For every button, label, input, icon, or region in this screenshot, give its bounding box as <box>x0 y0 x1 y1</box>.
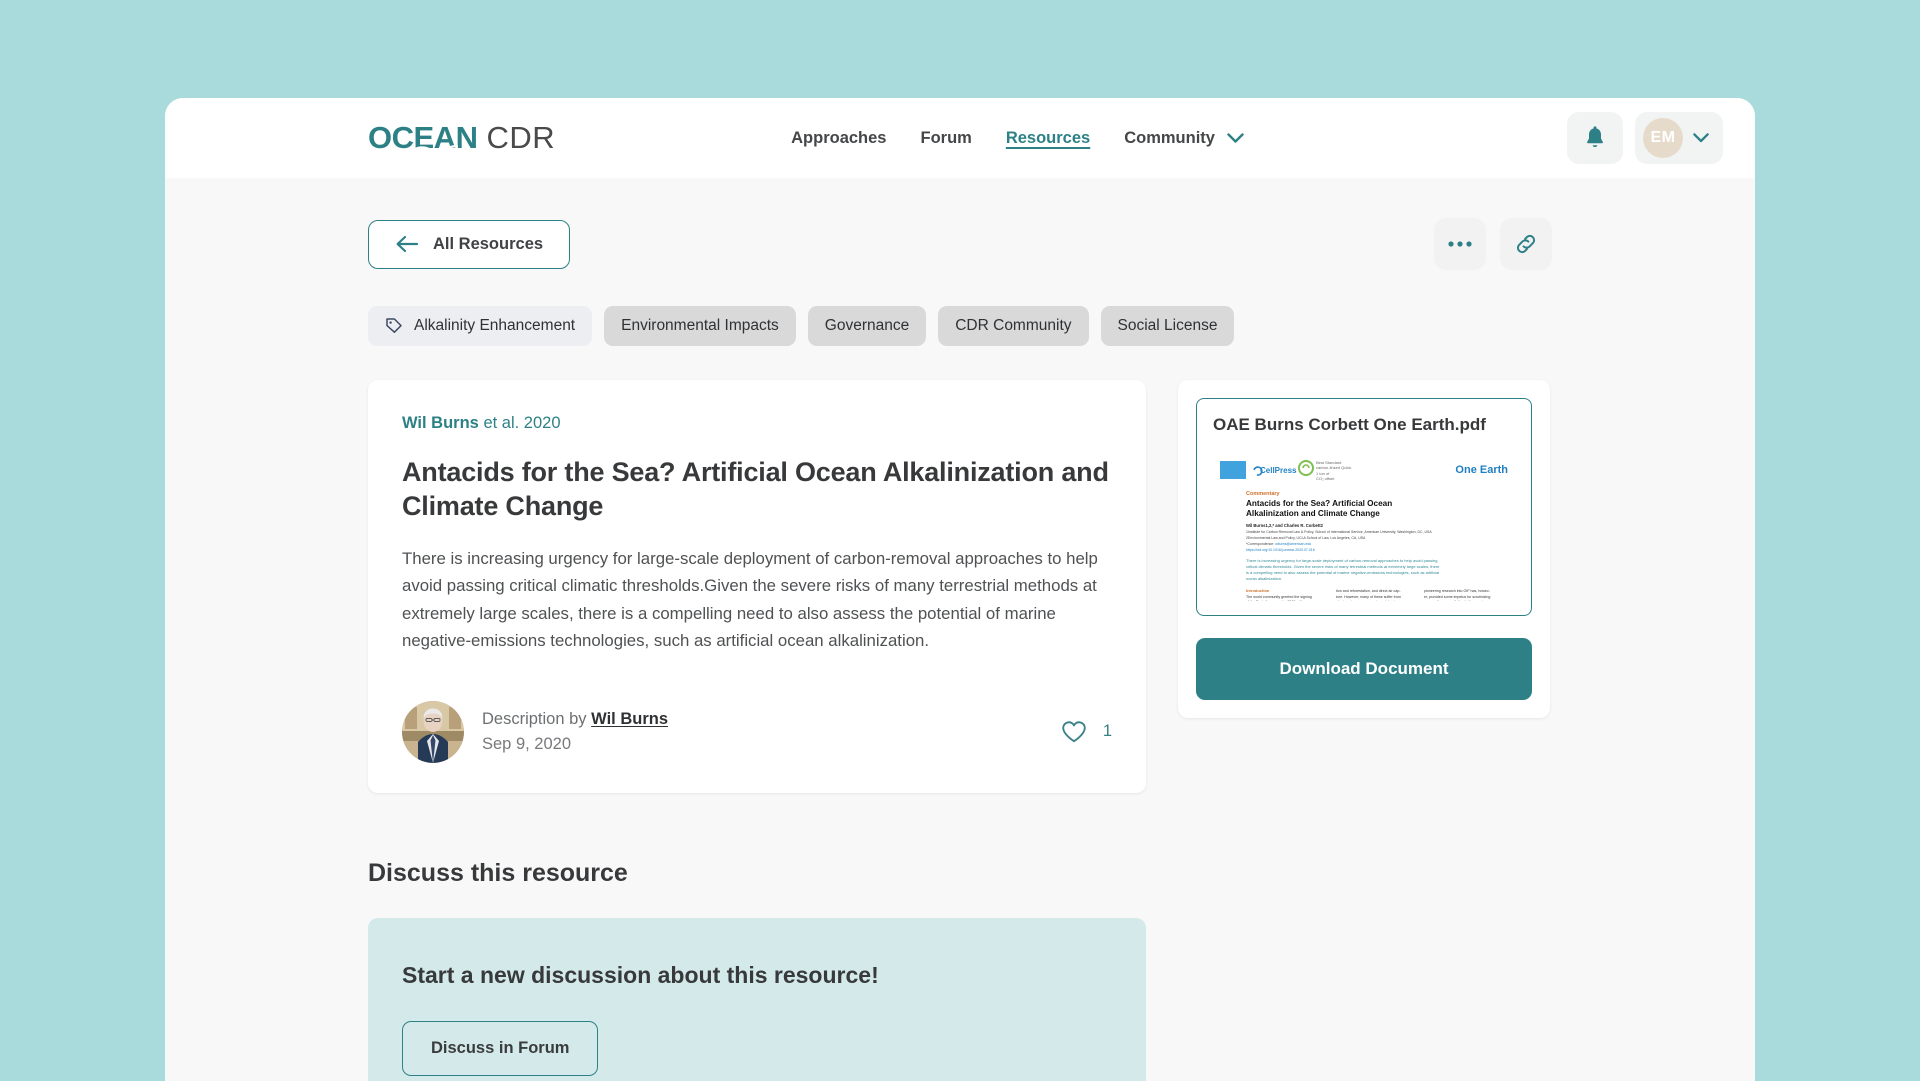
svg-text:ocean alkalinization.: ocean alkalinization. <box>1246 576 1282 581</box>
svg-text:er, provided some impetus for: er, provided some impetus for scrutinizi… <box>1424 595 1490 599</box>
svg-text:CO₂ offset: CO₂ offset <box>1316 476 1335 481</box>
main-navigation: Approaches Forum Resources Community <box>791 129 1244 148</box>
like-count: 1 <box>1102 722 1112 741</box>
chevron-down-icon <box>1227 132 1244 143</box>
svg-text:CellPress: CellPress <box>1260 466 1297 475</box>
tag-label: CDR Community <box>955 317 1072 334</box>
tag-environmental-impacts[interactable]: Environmental Impacts <box>604 306 796 346</box>
document-preview-box[interactable]: OAE Burns Corbett One Earth.pdf CellPres… <box>1196 398 1532 616</box>
resource-byline-rest: et al. 2020 <box>478 414 561 432</box>
description-by: Description by Wil Burns <box>482 707 668 732</box>
nav-item-community-label: Community <box>1124 128 1215 147</box>
document-filename: OAE Burns Corbett One Earth.pdf <box>1213 415 1486 434</box>
pdf-thumbnail: CellPress Best Standard carbon-linked Qu… <box>1213 453 1515 601</box>
avatar: EM <box>1643 118 1683 158</box>
more-options-button[interactable] <box>1434 218 1486 270</box>
tag-alkalinity-enhancement[interactable]: Alkalinity Enhancement <box>368 306 593 346</box>
svg-text:critical climatic thresholds.: critical climatic thresholds. Given the … <box>1246 564 1440 569</box>
tag-social-license[interactable]: Social License <box>1100 306 1235 346</box>
svg-text:Commentary: Commentary <box>1246 491 1281 497</box>
pdf-page-preview: CellPress Best Standard carbon-linked Qu… <box>1214 453 1514 601</box>
tag-icon <box>386 318 402 333</box>
all-resources-back-label: All Resources <box>433 234 544 253</box>
tag-label: Environmental Impacts <box>621 317 779 334</box>
resource-title: Antacids for the Sea? Artificial Ocean A… <box>402 457 1109 522</box>
resource-abstract: There is increasing urgency for large-sc… <box>402 549 1098 651</box>
resource-footer: Description by Wil Burns Sep 9, 2020 1 <box>402 695 1112 763</box>
svg-text:One Earth: One Earth <box>1455 464 1508 476</box>
brand-logo[interactable]: OCEAN CDR <box>368 120 555 156</box>
app-window: OCEAN CDR Approaches Forum Resources Com… <box>165 98 1755 1081</box>
logo-ocean-text: OCEAN <box>368 120 478 155</box>
svg-text:of the Paris Agreement in 2015: of the Paris Agreement in 2015 with a <box>1246 600 1306 601</box>
heart-icon <box>1062 720 1086 742</box>
svg-text:Introduction: Introduction <box>1246 588 1270 593</box>
nav-item-resources[interactable]: Resources <box>1006 129 1090 148</box>
logo-cdr-text: CDR <box>486 120 556 155</box>
bell-icon <box>1587 126 1603 147</box>
tag-label: Governance <box>824 317 910 334</box>
svg-text:is a compelling need to also a: is a compelling need to also assess the … <box>1246 570 1439 575</box>
chevron-down-icon <box>1693 133 1709 143</box>
svg-text:carbon-linked Quick: carbon-linked Quick <box>1316 465 1351 470</box>
tag-cdr-community[interactable]: CDR Community <box>938 306 1089 346</box>
svg-text:*Correspondence: wburns@americ: *Correspondence: wburns@american.edu <box>1246 542 1311 546</box>
document-card: OAE Burns Corbett One Earth.pdf CellPres… <box>1178 380 1550 718</box>
resource-author-meta: Description by Wil Burns Sep 9, 2020 <box>482 707 668 757</box>
notifications-button[interactable] <box>1567 112 1623 164</box>
toolbar: All Resources <box>368 218 1552 270</box>
svg-text:The world community greeted th: The world community greeted the signing <box>1246 595 1312 599</box>
discussion-panel-title: Start a new discussion about this resour… <box>402 961 879 988</box>
svg-text:Antacids for the Sea? Artifici: Antacids for the Sea? Artificial Ocean <box>1246 499 1392 508</box>
all-resources-back-button[interactable]: All Resources <box>368 219 571 269</box>
copy-link-button[interactable] <box>1500 218 1552 270</box>
tag-label: Social License <box>1117 317 1218 334</box>
user-menu[interactable]: EM <box>1635 112 1723 164</box>
nav-item-community[interactable]: Community <box>1124 129 1244 148</box>
svg-text:tion and reforestation, and di: tion and reforestation, and direct air c… <box>1336 589 1401 593</box>
discussion-panel: Start a new discussion about this resour… <box>368 917 1146 1081</box>
cellpress-logo: CellPress <box>1253 466 1297 476</box>
nav-item-forum[interactable]: Forum <box>920 129 971 148</box>
header-actions: EM <box>1567 112 1723 164</box>
link-icon <box>1516 234 1536 254</box>
resource-date: Sep 9, 2020 <box>482 734 571 753</box>
svg-text:Alkalinization and Climate Cha: Alkalinization and Climate Change <box>1246 509 1380 518</box>
svg-text:2Environmental Law and Policy,: 2Environmental Law and Policy, UCLA Scho… <box>1246 536 1366 540</box>
toolbar-actions <box>1434 218 1552 270</box>
svg-text:There is increasing urgency fo: There is increasing urgency for large-sc… <box>1246 558 1437 563</box>
svg-text:Wil Burns1,2,* and Charles R.: Wil Burns1,2,* and Charles R. Corbett2 <box>1246 523 1324 528</box>
arrow-left-icon <box>396 235 419 253</box>
svg-text:a more diverse portfolio of ot: a more diverse portfolio of other marine <box>1424 600 1487 601</box>
svg-text:ture. However, many of these s: ture. However, many of these suffer from <box>1336 595 1401 599</box>
page-body: All Resources Alkalinity Enhancement Env… <box>165 178 1755 1081</box>
svg-text:shortcomings or pose serious r: shortcomings or pose serious risks at <box>1336 600 1395 601</box>
resource-byline-author[interactable]: Wil Burns <box>402 414 479 432</box>
site-header: OCEAN CDR Approaches Forum Resources Com… <box>165 98 1755 178</box>
author-photo <box>402 700 464 763</box>
tag-label: Alkalinity Enhancement <box>414 317 576 334</box>
resource-grid: Wil Burns et al. 2020 Antacids for the S… <box>368 380 1552 793</box>
nav-item-approaches[interactable]: Approaches <box>791 129 886 148</box>
ellipsis-icon <box>1448 241 1472 247</box>
discussion-heading: Discuss this resource <box>368 858 628 887</box>
like-button[interactable]: 1 <box>1061 720 1112 744</box>
tag-governance[interactable]: Governance <box>807 306 927 346</box>
svg-text:https://doi.org/10.1016/j.onee: https://doi.org/10.1016/j.oneear.2020.07… <box>1246 548 1315 552</box>
svg-text:pioneering research into OIF h: pioneering research into OIF has, howev- <box>1424 589 1491 593</box>
tag-list: Alkalinity Enhancement Environmental Imp… <box>368 306 1552 346</box>
download-document-button[interactable]: Download Document <box>1196 638 1532 700</box>
author-avatar <box>402 700 464 763</box>
discuss-in-forum-button[interactable]: Discuss in Forum <box>402 1020 599 1076</box>
discussion-section: Discuss this resource Start a new discus… <box>368 859 1552 1081</box>
svg-text:1Institute for Carbon Removal: 1Institute for Carbon Removal Law & Poli… <box>1246 530 1432 534</box>
description-by-prefix: Description by <box>482 709 592 728</box>
resource-card: Wil Burns et al. 2020 Antacids for the S… <box>368 380 1146 793</box>
resource-byline: Wil Burns et al. 2020 <box>402 414 1112 433</box>
description-by-author[interactable]: Wil Burns <box>591 710 668 728</box>
